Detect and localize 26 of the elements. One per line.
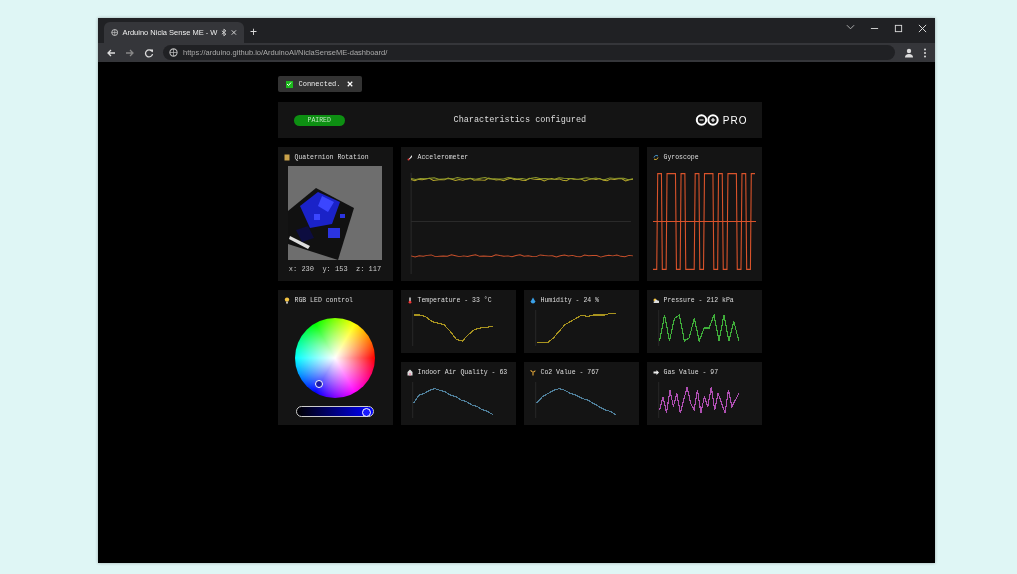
- arrow-icon: [652, 369, 659, 376]
- plant-icon: [529, 369, 536, 376]
- close-icon[interactable]: [918, 24, 927, 33]
- house-icon: [406, 369, 413, 376]
- thermometer-icon: [406, 297, 413, 304]
- globe-icon: [169, 48, 178, 57]
- status-message: Characteristics configured: [452, 115, 588, 125]
- bulb-icon: [283, 297, 290, 304]
- infinity-logo-icon: [694, 114, 721, 126]
- globe-icon: [111, 28, 119, 37]
- back-icon[interactable]: [106, 47, 116, 58]
- maximize-icon[interactable]: [894, 24, 903, 33]
- slider-thumb[interactable]: [361, 408, 371, 417]
- menu-icon[interactable]: [923, 47, 927, 58]
- checkbox[interactable]: [285, 80, 293, 88]
- bluetooth-icon: [221, 28, 228, 37]
- new-tab-button[interactable]: +: [244, 22, 263, 43]
- reload-icon[interactable]: [144, 47, 154, 58]
- droplet-icon: [529, 297, 536, 304]
- cloud-icon: [652, 297, 659, 304]
- logo-text: PRO: [722, 114, 748, 126]
- rotate-icon: [652, 154, 659, 161]
- brightness-slider[interactable]: [296, 406, 374, 417]
- profile-icon[interactable]: [904, 47, 914, 58]
- forward-icon[interactable]: [125, 47, 135, 58]
- chevron-down-icon[interactable]: [846, 24, 855, 30]
